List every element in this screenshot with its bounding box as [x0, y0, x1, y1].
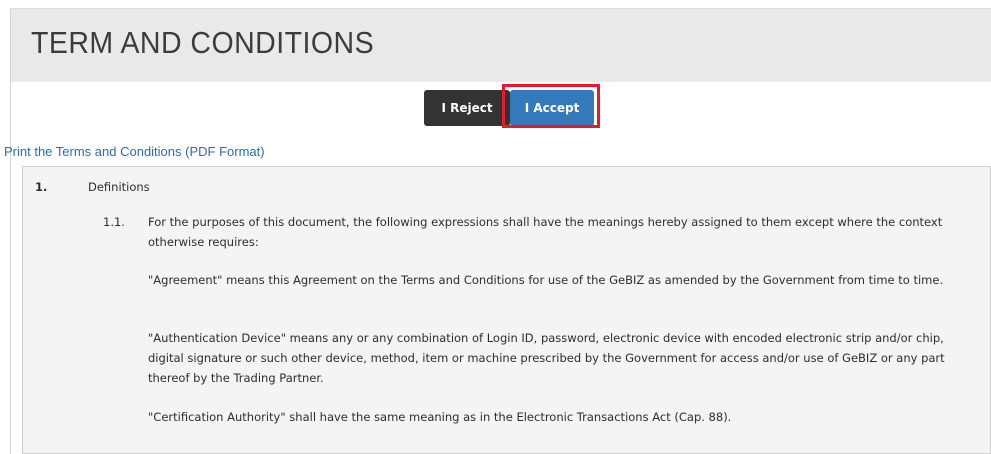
- definition-agreement: "Agreement" means this Agreement on the …: [148, 273, 944, 287]
- top-strip: [0, 0, 991, 8]
- page-header: TERM AND CONDITIONS: [10, 8, 991, 82]
- terms-content[interactable]: 1. Definitions 1.1. For the purposes of …: [22, 166, 991, 454]
- print-terms-link[interactable]: Print the Terms and Conditions (PDF Form…: [4, 144, 265, 159]
- definition-authentication-device: "Authentication Device" means any or any…: [148, 331, 945, 385]
- page-title: TERM AND CONDITIONS: [31, 25, 375, 60]
- clause-text: For the purposes of this document, the f…: [148, 215, 943, 249]
- reject-button[interactable]: I Reject: [424, 90, 510, 126]
- clause-number: 1.1.: [103, 215, 125, 229]
- definition-certification-authority: "Certification Authority" shall have the…: [148, 410, 732, 424]
- section-number: 1.: [35, 180, 48, 194]
- section-title: Definitions: [88, 180, 150, 194]
- accept-button[interactable]: I Accept: [510, 90, 594, 126]
